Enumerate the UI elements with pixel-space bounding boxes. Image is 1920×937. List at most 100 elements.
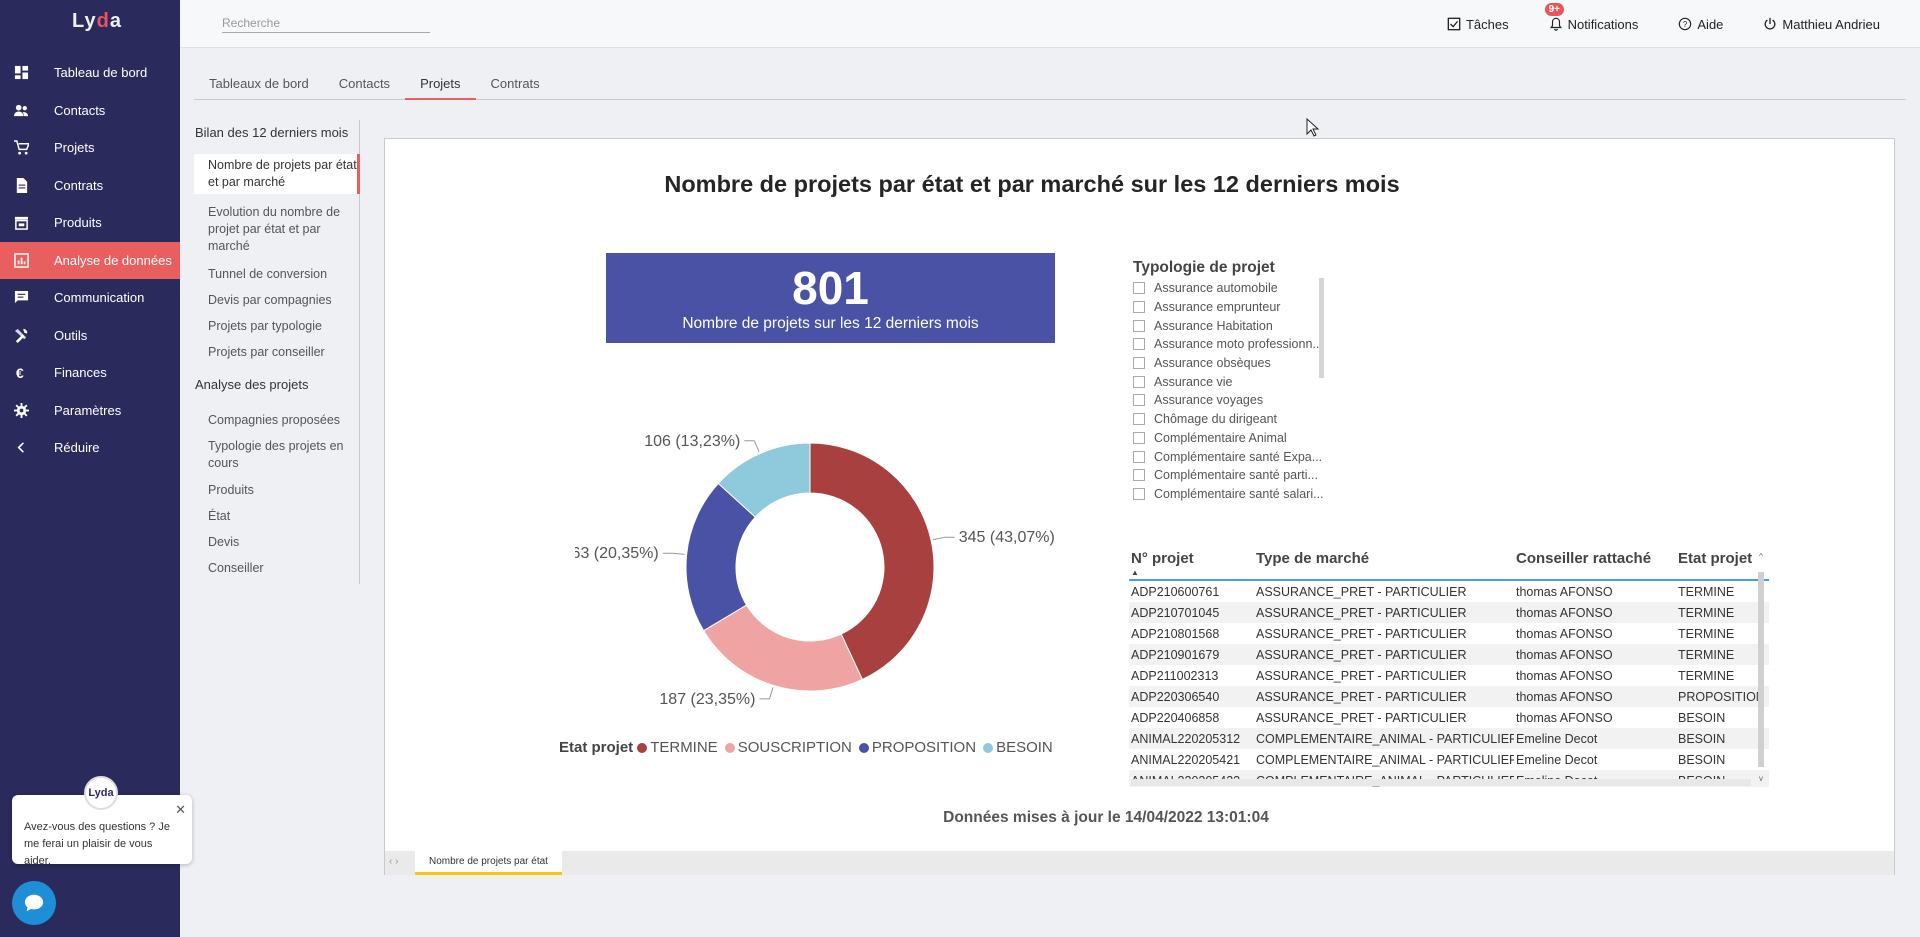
notifications-button[interactable]: 9+ Notifications xyxy=(1544,2,1638,32)
slicer-option[interactable]: Complémentaire santé parti... xyxy=(1133,466,1329,485)
slicer-option-label: Complémentaire santé salari... xyxy=(1154,486,1324,501)
subnav-item[interactable]: Nombre de projets par état et par marché xyxy=(194,154,360,194)
sidebar-item-message[interactable]: Communication xyxy=(0,279,180,317)
sidebar-item-people[interactable]: Contacts xyxy=(0,92,180,130)
subnav-item[interactable]: Projets par typologie xyxy=(208,318,353,335)
donut-chart[interactable]: 345 (43,07%) 187 (23,35%) 163 (20,35%) 106 … xyxy=(575,419,1055,739)
subnav-item[interactable]: Typologie des projets en cours xyxy=(208,438,353,472)
chat-avatar: Lyda xyxy=(84,776,118,810)
table-cell: ASSURANCE_PRET - PARTICULIER xyxy=(1256,626,1467,641)
sidebar-item-cart[interactable]: Projets xyxy=(0,129,180,167)
chat-button[interactable] xyxy=(12,881,56,925)
column-header[interactable]: Conseiller rattaché xyxy=(1514,550,1676,567)
table-cell: ASSURANCE_PRET - PARTICULIER xyxy=(1256,605,1467,620)
table-row[interactable]: ADP211002313 ASSURANCE_PRET - PARTICULIER… xyxy=(1129,665,1769,686)
table-cell: ADP211002313 xyxy=(1131,668,1219,683)
sidebar-item-gear[interactable]: Paramètres xyxy=(0,392,180,430)
slicer-option[interactable]: Complémentaire santé Expa... xyxy=(1133,447,1329,466)
tab-3[interactable]: Contrats xyxy=(476,70,555,100)
close-icon[interactable]: ✕ xyxy=(175,801,186,818)
table-cell: TERMINE xyxy=(1678,605,1735,620)
checkbox[interactable] xyxy=(1133,338,1145,351)
slicer-option[interactable]: Assurance automobile xyxy=(1133,279,1329,298)
sidebar-item-chart[interactable]: Analyse de données xyxy=(0,241,180,279)
checkbox[interactable] xyxy=(1133,357,1145,370)
search-input[interactable] xyxy=(222,14,430,33)
sidebar-item-label: Paramètres xyxy=(54,402,122,418)
slicer-option-label: Assurance Habitation xyxy=(1154,318,1273,333)
checkbox[interactable] xyxy=(1133,394,1145,407)
dashboard-icon xyxy=(12,64,30,82)
column-header[interactable]: Type de marché xyxy=(1254,550,1514,567)
checkbox[interactable] xyxy=(1133,282,1145,295)
sidebar-item-store[interactable]: Produits xyxy=(0,204,180,242)
checkbox[interactable] xyxy=(1133,375,1145,388)
subnav-item[interactable]: Tunnel de conversion xyxy=(208,266,353,283)
user-menu[interactable]: Matthieu Andrieu xyxy=(1763,17,1880,32)
data-label: 345 (43,07%) xyxy=(959,529,1055,546)
sidebar-item-tools[interactable]: Outils xyxy=(0,317,180,355)
sidebar-item-chevron-left[interactable]: Réduire xyxy=(0,429,180,467)
slicer-option[interactable]: Assurance vie xyxy=(1133,372,1329,391)
help-button[interactable]: ? Aide xyxy=(1678,17,1723,32)
slicer-scrollbar[interactable] xyxy=(1319,278,1324,378)
checkbox[interactable] xyxy=(1133,450,1145,463)
label-leader-line xyxy=(932,536,955,541)
slicer-option[interactable]: Assurance moto professionn... xyxy=(1133,335,1329,354)
table-row[interactable]: ADP220306540 ASSURANCE_PRET - PARTICULIER… xyxy=(1129,686,1769,707)
subnav-item[interactable]: Evolution du nombre de projet par état e… xyxy=(208,204,353,255)
data-label: 187 (23,35%) xyxy=(659,691,755,708)
checkbox[interactable] xyxy=(1133,301,1145,314)
subnav-item[interactable]: Projets par conseiller xyxy=(208,344,353,361)
app-logo[interactable]: Lyda xyxy=(72,10,122,33)
checkbox[interactable] xyxy=(1133,319,1145,332)
slicer-option[interactable]: Assurance obsèques xyxy=(1133,354,1329,373)
table-vertical-scrollbar[interactable]: ^ v xyxy=(1757,547,1765,785)
subnav-item[interactable]: Conseiller xyxy=(208,560,353,577)
table-horizontal-scrollbar[interactable] xyxy=(1131,779,1751,786)
subnav-item[interactable]: Produits xyxy=(208,482,353,499)
typologie-slicer: Typologie de projet Assurance automobile… xyxy=(1133,259,1333,521)
table-row[interactable]: ADP210600761 ASSURANCE_PRET - PARTICULIER… xyxy=(1129,581,1769,602)
column-header[interactable]: N° projet ▲ xyxy=(1129,550,1254,577)
checkbox[interactable] xyxy=(1133,487,1145,500)
sidebar-item-document[interactable]: Contrats xyxy=(0,167,180,205)
table-row[interactable]: ADP210901679 ASSURANCE_PRET - PARTICULIER… xyxy=(1129,644,1769,665)
tab-0[interactable]: Tableaux de bord xyxy=(194,70,324,100)
checkbox[interactable] xyxy=(1133,469,1145,482)
sidebar-item-dashboard[interactable]: Tableau de bord xyxy=(0,54,180,92)
data-label: 106 (13,23%) xyxy=(644,433,740,450)
table-row[interactable]: ADP210801568 ASSURANCE_PRET - PARTICULIER… xyxy=(1129,623,1769,644)
page-nav-arrows[interactable]: ‹ › xyxy=(389,856,398,867)
data-label: 163 (20,35%) xyxy=(575,545,659,562)
subnav-item[interactable]: Compagnies proposées xyxy=(208,412,353,429)
table-row[interactable]: ANIMAL220205312 COMPLEMENTAIRE_ANIMAL - P… xyxy=(1129,728,1769,749)
slicer-option-label: Complémentaire santé Expa... xyxy=(1154,449,1323,464)
sidebar-item-euro[interactable]: € Finances xyxy=(0,354,180,392)
checkbox[interactable] xyxy=(1133,431,1145,444)
slicer-option[interactable]: Assurance emprunteur xyxy=(1133,298,1329,317)
table-row[interactable]: ADP220406858 ASSURANCE_PRET - PARTICULIER… xyxy=(1129,707,1769,728)
tasks-button[interactable]: Tâches xyxy=(1447,17,1509,32)
slicer-option[interactable]: Assurance voyages xyxy=(1133,391,1329,410)
slicer-option[interactable]: Chômage du dirigeant xyxy=(1133,410,1329,429)
column-header[interactable]: Etat projet xyxy=(1676,550,1766,567)
page-tab-active[interactable]: Nombre de projets par état xyxy=(415,851,562,875)
legend-item[interactable]: SOUSCRIPTION xyxy=(724,739,852,756)
slicer-option[interactable]: Assurance Habitation xyxy=(1133,316,1329,335)
tab-2[interactable]: Projets xyxy=(405,70,476,100)
slicer-option[interactable]: Complémentaire Animal xyxy=(1133,429,1329,448)
subnav-item[interactable]: Devis par compagnies xyxy=(208,292,353,309)
subnav-item[interactable]: Devis xyxy=(208,534,353,551)
legend-item[interactable]: TERMINE xyxy=(637,739,718,756)
tab-1[interactable]: Contacts xyxy=(324,70,405,100)
slicer-option[interactable]: Complémentaire santé salari... xyxy=(1133,485,1329,504)
table-row[interactable]: ANIMAL220205421 COMPLEMENTAIRE_ANIMAL - P… xyxy=(1129,749,1769,770)
subnav-item[interactable]: État xyxy=(208,508,353,525)
legend-item[interactable]: BESOIN xyxy=(983,739,1053,756)
document-icon xyxy=(12,176,30,194)
table-row[interactable]: ADP210701045 ASSURANCE_PRET - PARTICULIER… xyxy=(1129,602,1769,623)
donut-slice-souscription[interactable] xyxy=(702,604,863,692)
legend-item[interactable]: PROPOSITION xyxy=(858,739,976,756)
checkbox[interactable] xyxy=(1133,413,1145,426)
